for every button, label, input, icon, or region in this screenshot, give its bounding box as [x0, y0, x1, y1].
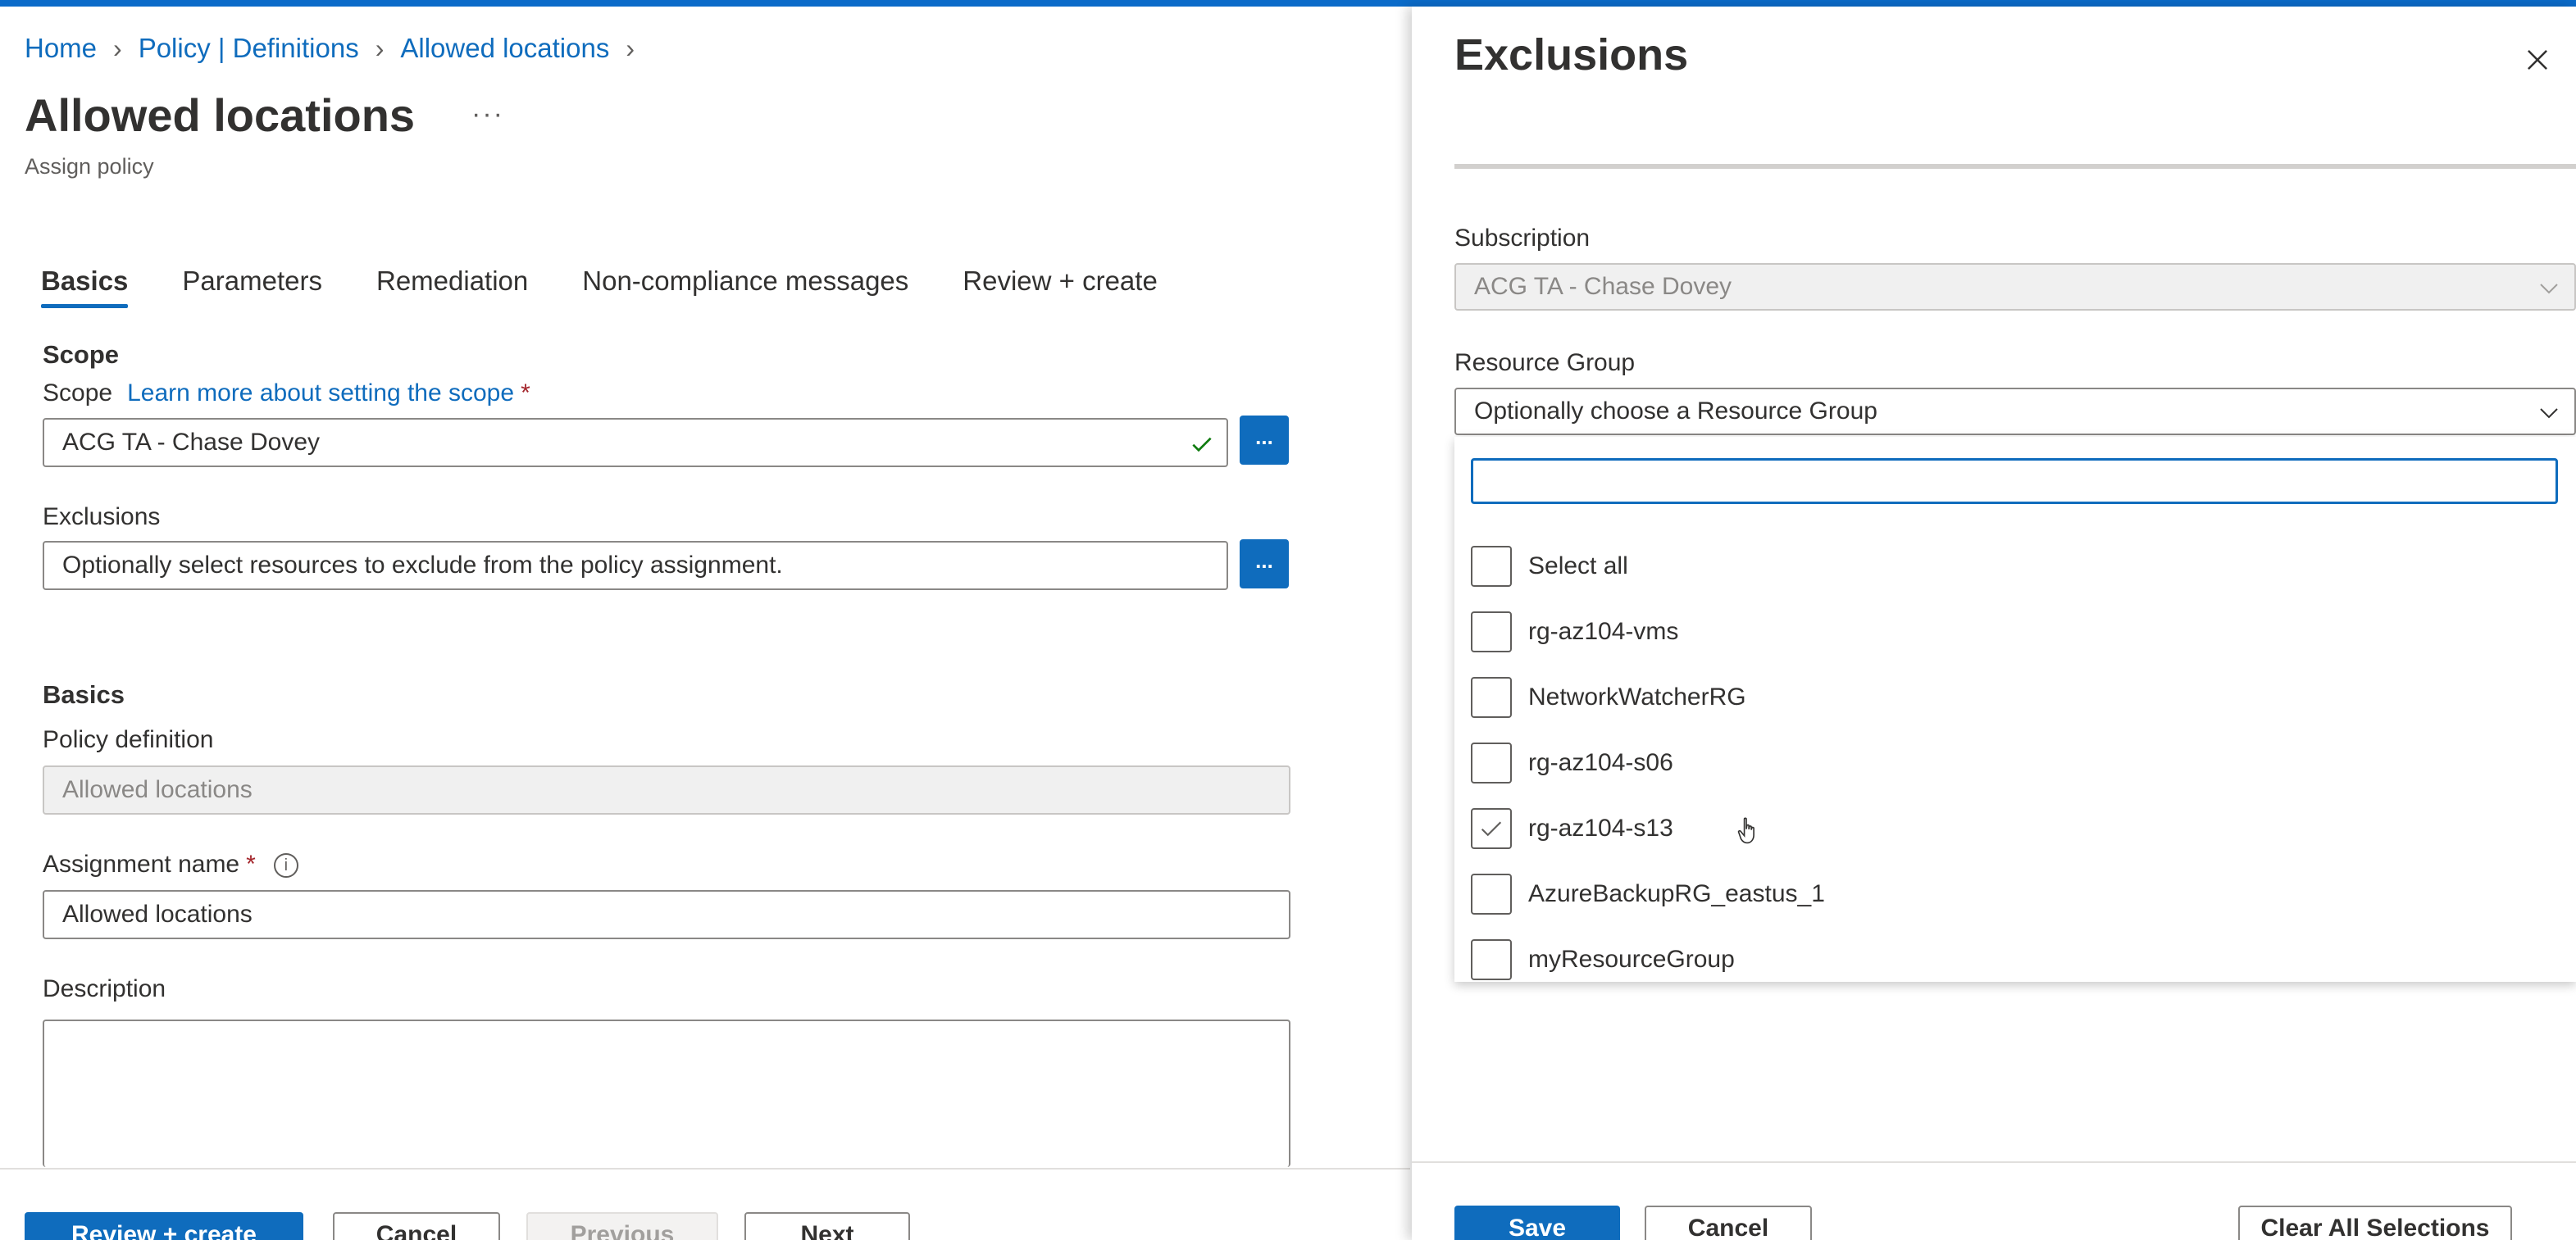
list-item-select-all[interactable]: Select all [1471, 534, 2558, 599]
scope-label-row: Scope Learn more about setting the scope * [43, 379, 530, 407]
list-item-label: Select all [1528, 552, 1628, 579]
tab-non-compliance-messages[interactable]: Non-compliance messages [582, 266, 908, 308]
resource-group-label: Resource Group [1454, 349, 1636, 376]
list-item-label: rg-az104-vms [1528, 618, 1679, 645]
checkbox[interactable] [1471, 546, 1512, 587]
chevron-right-icon: › [113, 33, 122, 63]
assignment-name-field[interactable]: Allowed locations [43, 890, 1290, 939]
resource-group-placeholder: Optionally choose a Resource Group [1474, 397, 1877, 425]
breadcrumb: Home › Policy | Definitions › Allowed lo… [25, 33, 651, 64]
policy-definition-value: Allowed locations [62, 776, 253, 803]
resource-group-search-input[interactable] [1471, 458, 2558, 504]
chevron-right-icon: › [375, 33, 385, 63]
review-create-button[interactable]: Review + create [25, 1212, 303, 1240]
scope-browse-button[interactable]: ... [1240, 416, 1289, 465]
required-marker: * [246, 851, 256, 878]
exclusions-field[interactable]: Optionally select resources to exclude f… [43, 541, 1228, 590]
scope-label: Scope [43, 379, 113, 407]
exclusions-label: Exclusions [43, 503, 161, 530]
page-subtitle: Assign policy [25, 154, 154, 179]
list-item[interactable]: rg-az104-s13 [1471, 796, 2558, 861]
scope-value: ACG TA - Chase Dovey [62, 429, 321, 456]
checkbox[interactable] [1471, 677, 1512, 718]
checkbox[interactable] [1471, 874, 1512, 915]
scope-learn-more-link[interactable]: Learn more about setting the scope [127, 379, 514, 407]
checkbox-checked[interactable] [1471, 808, 1512, 849]
list-item[interactable]: rg-az104-s06 [1471, 730, 2558, 796]
tab-remediation[interactable]: Remediation [376, 266, 528, 308]
clear-all-selections-button[interactable]: Clear All Selections [2238, 1206, 2512, 1240]
checkmark-icon [1192, 437, 1212, 452]
page-title: Allowed locations [25, 89, 416, 141]
breadcrumb-home[interactable]: Home [25, 33, 97, 64]
checkmark-icon [1481, 821, 1502, 837]
next-button[interactable]: Next [744, 1212, 910, 1240]
required-marker: * [521, 379, 530, 407]
exclusions-footer: Save Cancel Clear All Selections [1412, 1161, 2576, 1240]
subscription-label: Subscription [1454, 225, 1591, 252]
chevron-down-icon [2540, 284, 2558, 294]
exclusions-panel: Exclusions Subscription ACG TA - Chase D… [1412, 7, 2576, 1240]
assignment-name-label-row: Assignment name * i [43, 851, 298, 879]
list-item-label: NetworkWatcherRG [1528, 684, 1746, 711]
list-item[interactable]: rg-az104-vms [1471, 599, 2558, 665]
breadcrumb-policy-definitions[interactable]: Policy | Definitions [139, 33, 359, 64]
list-item[interactable]: AzureBackupRG_eastus_1 [1471, 861, 2558, 927]
hand-cursor-icon [1737, 817, 1755, 844]
checkbox[interactable] [1471, 611, 1512, 652]
more-options-icon[interactable]: ··· [471, 98, 504, 130]
checkbox[interactable] [1471, 939, 1512, 980]
subscription-dropdown: ACG TA - Chase Dovey [1454, 263, 2576, 311]
save-button[interactable]: Save [1454, 1206, 1620, 1240]
chevron-down-icon [2540, 408, 2558, 419]
assign-footer: Review + create Cancel Previous Next [0, 1168, 1410, 1240]
chevron-right-icon: › [626, 33, 635, 63]
policy-definition-field: Allowed locations [43, 765, 1290, 815]
resource-group-listbox: Select all rg-az104-vms NetworkWatcherRG… [1454, 437, 2576, 982]
breadcrumb-allowed-locations[interactable]: Allowed locations [400, 33, 609, 64]
list-item-label: rg-az104-s13 [1528, 815, 1673, 842]
tab-parameters[interactable]: Parameters [182, 266, 322, 308]
assign-policy-pane: Home › Policy | Definitions › Allowed lo… [0, 7, 1410, 1240]
scope-section-title: Scope [43, 340, 120, 369]
assignment-name-label: Assignment name [43, 851, 240, 878]
close-icon[interactable] [2522, 44, 2553, 75]
policy-definition-label: Policy definition [43, 726, 214, 753]
info-icon[interactable]: i [273, 853, 298, 879]
cancel-button[interactable]: Cancel [1645, 1206, 1812, 1240]
exclusions-placeholder: Optionally select resources to exclude f… [62, 552, 783, 579]
checkbox[interactable] [1471, 743, 1512, 784]
cancel-button[interactable]: Cancel [333, 1212, 500, 1240]
exclusions-browse-button[interactable]: ... [1240, 539, 1289, 588]
resource-group-options: Select all rg-az104-vms NetworkWatcherRG… [1471, 534, 2558, 992]
list-item-label: rg-az104-s06 [1528, 749, 1673, 776]
tab-review-create[interactable]: Review + create [963, 266, 1158, 308]
subscription-value: ACG TA - Chase Dovey [1474, 273, 1732, 300]
list-item[interactable]: NetworkWatcherRG [1471, 665, 2558, 730]
description-textarea[interactable] [43, 1020, 1290, 1167]
assignment-name-value: Allowed locations [62, 901, 253, 928]
list-item[interactable]: myResourceGroup [1471, 927, 2558, 992]
tab-basics[interactable]: Basics [41, 266, 129, 308]
resource-group-dropdown[interactable]: Optionally choose a Resource Group [1454, 388, 2576, 435]
top-accent-bar [0, 0, 2576, 7]
scope-field[interactable]: ACG TA - Chase Dovey [43, 418, 1228, 467]
basics-section-title: Basics [43, 680, 125, 709]
tab-bar: Basics Parameters Remediation Non-compli… [41, 266, 1212, 308]
list-item-label: myResourceGroup [1528, 946, 1735, 973]
list-item-label: AzureBackupRG_eastus_1 [1528, 880, 1825, 907]
description-label: Description [43, 975, 166, 1002]
previous-button: Previous [526, 1212, 718, 1240]
panel-divider [1454, 164, 2576, 169]
panel-title: Exclusions [1454, 30, 1689, 79]
